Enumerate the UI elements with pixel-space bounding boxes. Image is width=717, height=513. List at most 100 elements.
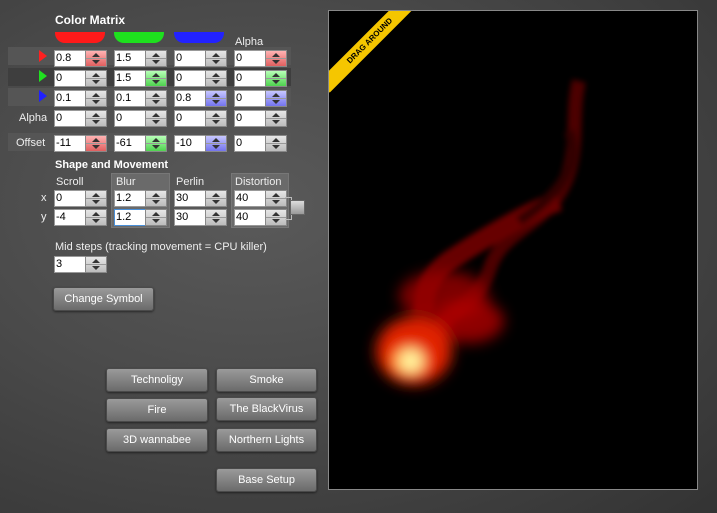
matrix-rr-input[interactable]: 0.8 xyxy=(54,50,87,67)
northern-lights-preset-button[interactable]: Northern Lights xyxy=(216,428,317,452)
matrix-aa-input[interactable]: 0 xyxy=(234,110,267,127)
matrix-rg-stepper[interactable]: 1.5 xyxy=(114,50,167,67)
matrix-rb-spin[interactable] xyxy=(205,50,227,67)
matrix-rr-stepper[interactable]: 0.8 xyxy=(54,50,107,67)
matrix-ba-stepper[interactable]: 0 xyxy=(234,90,287,107)
perlin-x-stepper[interactable]: 30 xyxy=(174,190,227,207)
matrix-ra-stepper[interactable]: 0 xyxy=(234,50,287,67)
distortion-y-input[interactable]: 40 xyxy=(234,209,267,226)
technoligy-preset-button[interactable]: Technoligy xyxy=(106,368,208,392)
scroll-y-stepper[interactable]: -4 xyxy=(54,209,107,226)
distortion-y-spin[interactable] xyxy=(265,209,287,226)
perlin-y-input[interactable]: 30 xyxy=(174,209,207,226)
matrix-aa-stepper[interactable]: 0 xyxy=(234,110,287,127)
matrix-ga-spin[interactable] xyxy=(265,70,287,87)
matrix-gg-input[interactable]: 1.5 xyxy=(114,70,147,87)
offset-r-spin[interactable] xyxy=(85,135,107,152)
offset-b-input[interactable]: -10 xyxy=(174,135,207,152)
base-setup-button[interactable]: Base Setup xyxy=(216,468,317,492)
matrix-rg-spin[interactable] xyxy=(145,50,167,67)
offset-a-spin[interactable] xyxy=(265,135,287,152)
matrix-gr-input[interactable]: 0 xyxy=(54,70,87,87)
matrix-aa-spin[interactable] xyxy=(265,110,287,127)
blur-x-stepper[interactable]: 1.2 xyxy=(114,190,167,207)
matrix-gb-stepper[interactable]: 0 xyxy=(174,70,227,87)
matrix-ra-spin[interactable] xyxy=(265,50,287,67)
fire-preset-button[interactable]: Fire xyxy=(106,398,208,422)
offset-g-input[interactable]: -61 xyxy=(114,135,147,152)
smoke-preset-button[interactable]: Smoke xyxy=(216,368,317,392)
perlin-y-stepper[interactable]: 30 xyxy=(174,209,227,226)
matrix-ab-spin[interactable] xyxy=(205,110,227,127)
matrix-bb-stepper[interactable]: 0.8 xyxy=(174,90,227,107)
matrix-rb-input[interactable]: 0 xyxy=(174,50,207,67)
offset-a-input[interactable]: 0 xyxy=(234,135,267,152)
matrix-ar-spin[interactable] xyxy=(85,110,107,127)
perlin-x-spin[interactable] xyxy=(205,190,227,207)
offset-b-stepper[interactable]: -10 xyxy=(174,135,227,152)
offset-g-spin[interactable] xyxy=(145,135,167,152)
matrix-br-spin[interactable] xyxy=(85,90,107,107)
offset-g-stepper[interactable]: -61 xyxy=(114,135,167,152)
matrix-bg-stepper[interactable]: 0.1 xyxy=(114,90,167,107)
distortion-x-input[interactable]: 40 xyxy=(234,190,267,207)
matrix-br-input[interactable]: 0.1 xyxy=(54,90,87,107)
spin-up-icon xyxy=(212,113,220,117)
matrix-bg-spin[interactable] xyxy=(145,90,167,107)
scroll-x-stepper[interactable]: 0 xyxy=(54,190,107,207)
matrix-ga-stepper[interactable]: 0 xyxy=(234,70,287,87)
change-symbol-button[interactable]: Change Symbol xyxy=(53,287,154,311)
3d-wannabee-preset-button[interactable]: 3D wannabee xyxy=(106,428,208,452)
mid-steps-input[interactable]: 3 xyxy=(54,256,87,273)
black-virus-preset-button[interactable]: The BlackVirus xyxy=(216,397,317,421)
offset-b-spin[interactable] xyxy=(205,135,227,152)
matrix-ba-input[interactable]: 0 xyxy=(234,90,267,107)
perlin-x-input[interactable]: 30 xyxy=(174,190,207,207)
matrix-ag-stepper[interactable]: 0 xyxy=(114,110,167,127)
blur-y-stepper[interactable]: 1.2 xyxy=(114,209,167,226)
offset-r-stepper[interactable]: -11 xyxy=(54,135,107,152)
scroll-x-input[interactable]: 0 xyxy=(54,190,87,207)
matrix-ga-input[interactable]: 0 xyxy=(234,70,267,87)
matrix-ab-stepper[interactable]: 0 xyxy=(174,110,227,127)
matrix-ag-input[interactable]: 0 xyxy=(114,110,147,127)
offset-r-input[interactable]: -11 xyxy=(54,135,87,152)
matrix-ag-spin[interactable] xyxy=(145,110,167,127)
distortion-y-stepper[interactable]: 40 xyxy=(234,209,287,226)
matrix-gg-stepper[interactable]: 1.5 xyxy=(114,70,167,87)
matrix-gb-input[interactable]: 0 xyxy=(174,70,207,87)
matrix-ar-stepper[interactable]: 0 xyxy=(54,110,107,127)
mid-steps-stepper[interactable]: 3 xyxy=(54,256,107,273)
matrix-rr-spin[interactable] xyxy=(85,50,107,67)
offset-a-stepper[interactable]: 0 xyxy=(234,135,287,152)
scroll-x-spin[interactable] xyxy=(85,190,107,207)
scroll-y-spin[interactable] xyxy=(85,209,107,226)
perlin-y-spin[interactable] xyxy=(205,209,227,226)
matrix-br-stepper[interactable]: 0.1 xyxy=(54,90,107,107)
matrix-gg-spin[interactable] xyxy=(145,70,167,87)
matrix-rg-input[interactable]: 1.5 xyxy=(114,50,147,67)
matrix-gr-spin[interactable] xyxy=(85,70,107,87)
matrix-rb-stepper[interactable]: 0 xyxy=(174,50,227,67)
matrix-ba-spin[interactable] xyxy=(265,90,287,107)
matrix-bg-input[interactable]: 0.1 xyxy=(114,90,147,107)
scroll-y-input[interactable]: -4 xyxy=(54,209,87,226)
distortion-x-stepper[interactable]: 40 xyxy=(234,190,287,207)
blur-y-input[interactable]: 1.2 xyxy=(114,209,147,226)
spin-down-icon xyxy=(212,60,220,64)
effect-preview-canvas[interactable]: DRAG AROUND xyxy=(328,10,698,490)
lock-xy-toggle[interactable] xyxy=(290,200,305,215)
matrix-bb-input[interactable]: 0.8 xyxy=(174,90,207,107)
matrix-gr-stepper[interactable]: 0 xyxy=(54,70,107,87)
distortion-x-spin[interactable] xyxy=(265,190,287,207)
blur-y-spin[interactable] xyxy=(145,209,167,226)
matrix-ra-input[interactable]: 0 xyxy=(234,50,267,67)
green-column-header xyxy=(114,32,164,43)
matrix-ab-input[interactable]: 0 xyxy=(174,110,207,127)
blur-x-spin[interactable] xyxy=(145,190,167,207)
mid-steps-spin[interactable] xyxy=(85,256,107,273)
matrix-bb-spin[interactable] xyxy=(205,90,227,107)
matrix-gb-spin[interactable] xyxy=(205,70,227,87)
matrix-ar-input[interactable]: 0 xyxy=(54,110,87,127)
blur-x-input[interactable]: 1.2 xyxy=(114,190,147,207)
